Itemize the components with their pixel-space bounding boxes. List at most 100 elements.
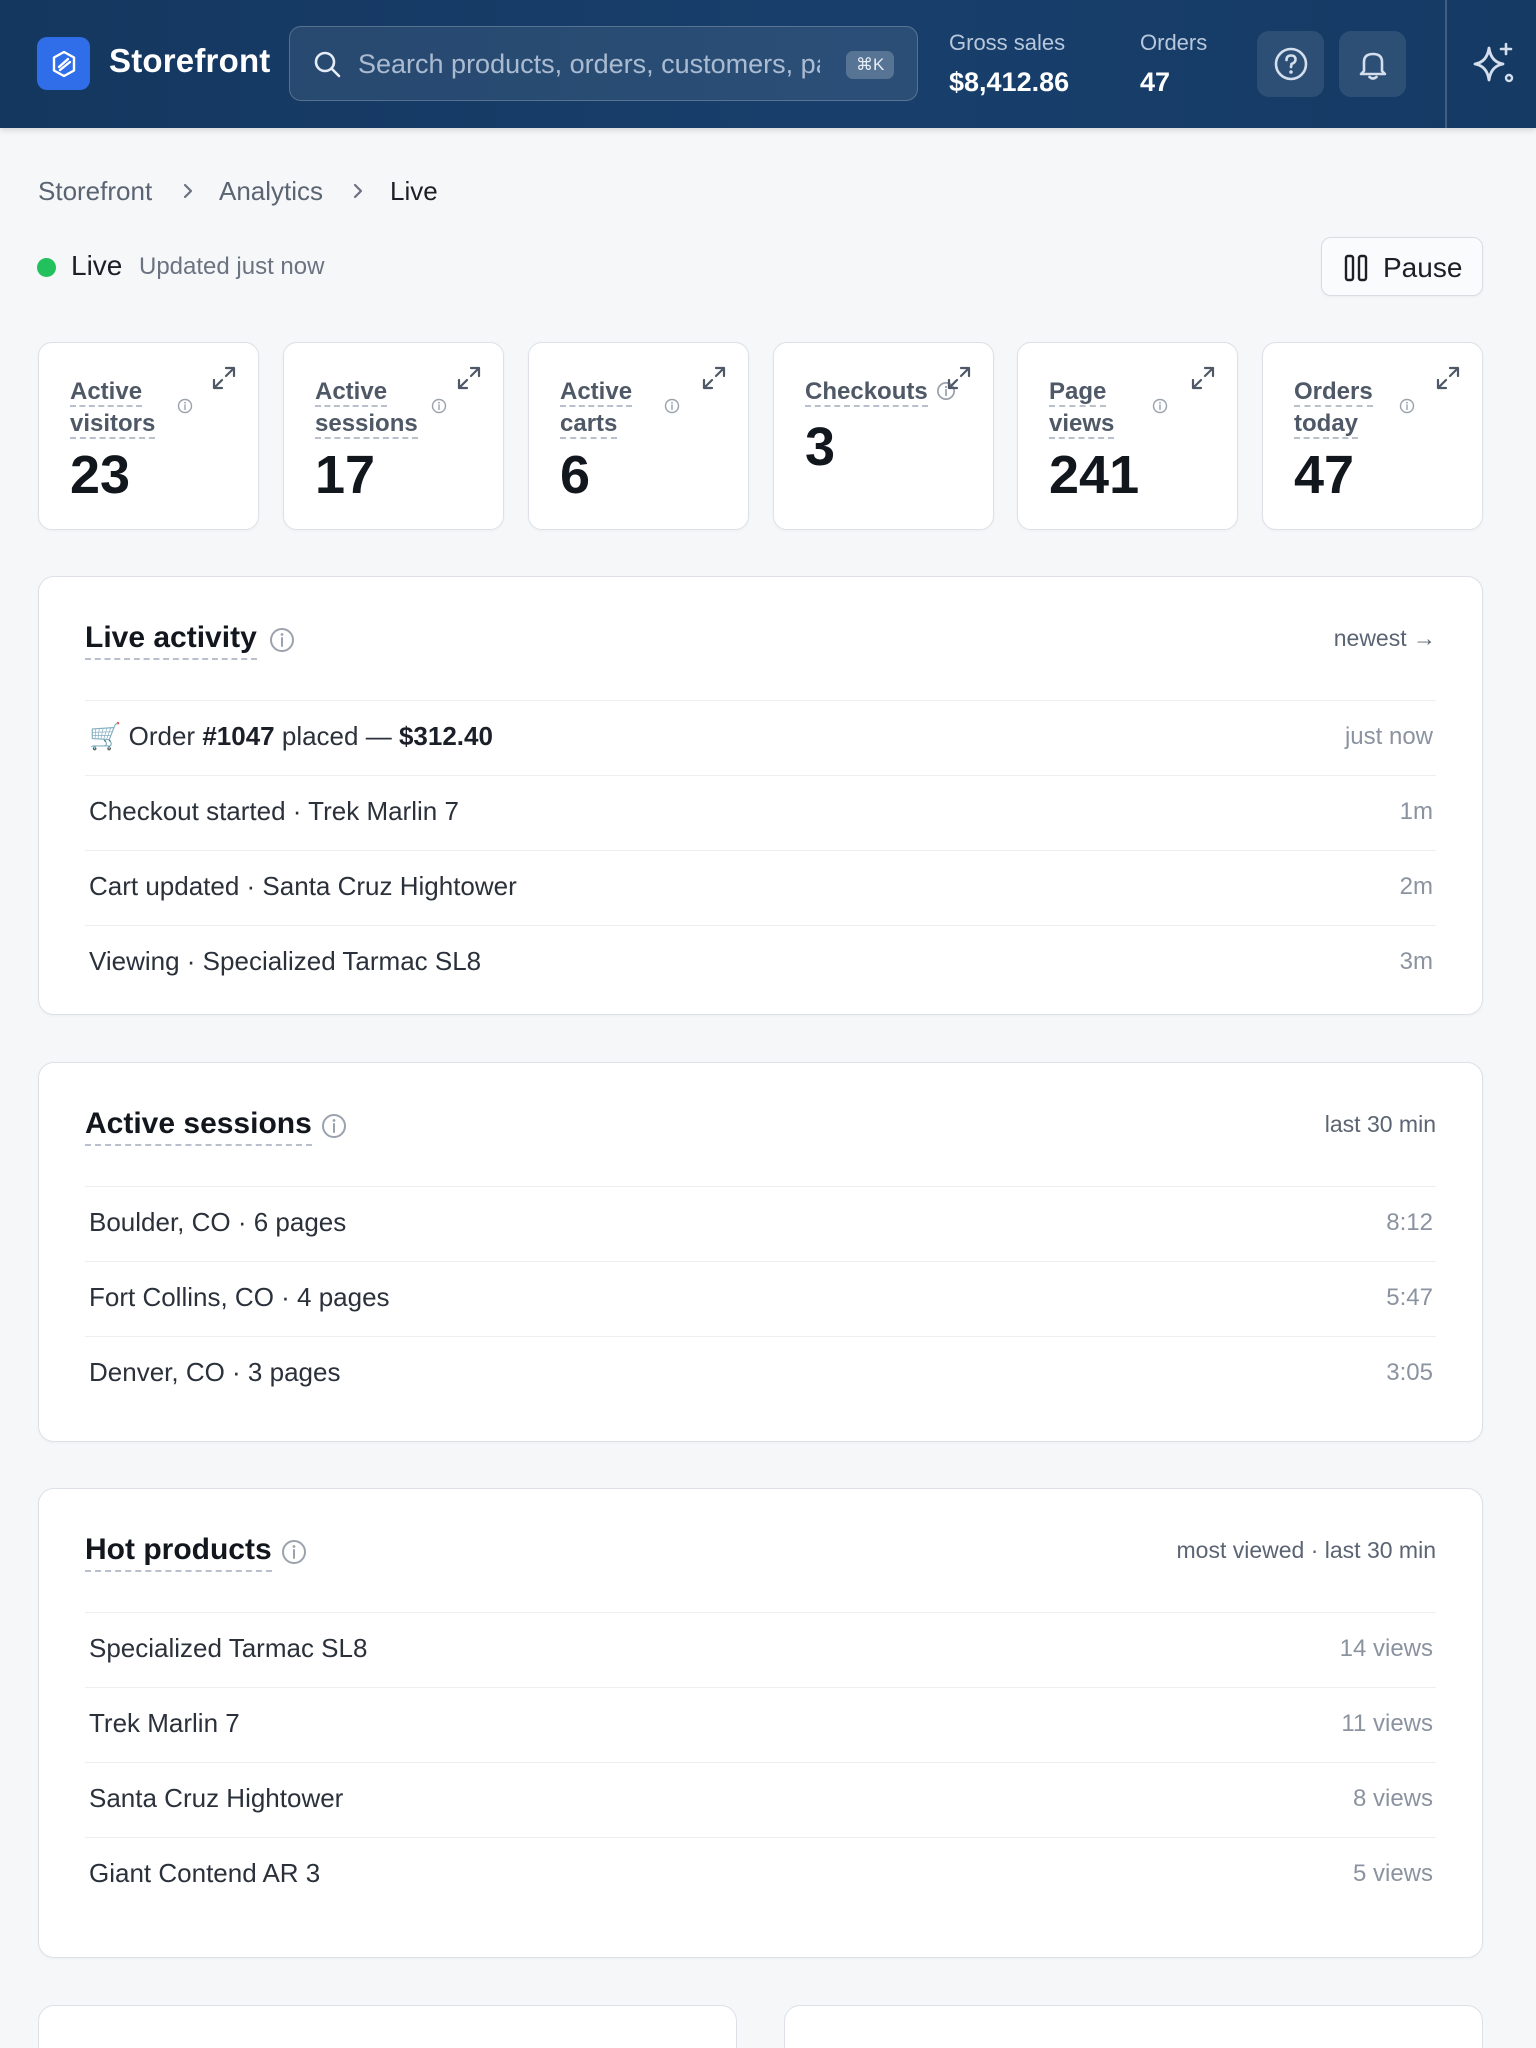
order-number: #1047 [202, 721, 275, 751]
chevron-right-icon [353, 183, 363, 199]
info-icon[interactable] [431, 398, 447, 414]
info-icon[interactable] [1152, 398, 1168, 414]
help-button[interactable] [1257, 31, 1324, 97]
live-activity-panel: Live activity newest → 🛒 Order #1047 pla… [38, 576, 1483, 1015]
list-item[interactable]: Santa Cruz Hightower 8 views [85, 1762, 1436, 1837]
pause-button-label: Pause [1383, 252, 1463, 283]
search-bar[interactable]: ⌘K [289, 26, 918, 101]
pause-button[interactable]: Pause [1321, 237, 1483, 296]
bottom-left-panel [38, 2005, 737, 2048]
event-time: just now [1344, 723, 1433, 750]
event-time: 2m [1399, 873, 1433, 900]
session-duration: 3:05 [1386, 1359, 1433, 1386]
hot-products-panel: Hot products most viewed · last 30 min S… [38, 1488, 1483, 1958]
expand-icon[interactable] [701, 365, 727, 391]
live-activity-sort[interactable]: newest → [1334, 625, 1436, 652]
gross-sales-value: $8,412.86 [949, 67, 1070, 97]
cart-icon: 🛒 [89, 721, 122, 751]
breadcrumb-storefront[interactable]: Storefront [38, 176, 152, 207]
metric-label-line: Page [1049, 378, 1107, 407]
metric-label-line: visitors [70, 410, 156, 439]
info-icon[interactable] [269, 627, 295, 653]
metric-card[interactable]: Active carts 6 [528, 342, 749, 530]
active-sessions-range: last 30 min [1324, 1111, 1436, 1137]
notifications-button[interactable] [1339, 31, 1406, 97]
brand-name[interactable]: Storefront [109, 42, 271, 80]
order-event-text: 🛒 Order #1047 placed — $312.40 [89, 721, 493, 752]
metric-value: 6 [560, 445, 591, 505]
hot-products-range: most viewed · last 30 min [1176, 1537, 1436, 1563]
metric-label: Checkouts [805, 376, 935, 408]
orders-label: Orders [1140, 30, 1208, 55]
info-icon[interactable] [1399, 398, 1415, 414]
breadcrumb-live: Live [390, 176, 438, 206]
list-item[interactable]: Fort Collins, CO · 4 pages 5:47 [85, 1261, 1436, 1336]
active-sessions-title[interactable]: Active sessions [85, 1107, 312, 1146]
list-item[interactable]: Denver, CO · 3 pages 3:05 [85, 1336, 1436, 1411]
metric-card[interactable]: Active sessions 17 [283, 342, 504, 530]
live-activity-list: 🛒 Order #1047 placed — $312.40 just now … [85, 700, 1436, 1000]
gross-sales-label: Gross sales [949, 30, 1066, 55]
list-item[interactable]: Checkout started · Trek Marlin 7 1m [85, 775, 1436, 850]
active-sessions-list: Boulder, CO · 6 pages 8:12 Fort Collins, C… [85, 1186, 1436, 1411]
list-item[interactable]: 🛒 Order #1047 placed — $312.40 just now [85, 700, 1436, 775]
assistant-button[interactable] [1465, 36, 1521, 92]
list-item-text: Santa Cruz Hightower [89, 1783, 344, 1813]
metric-card[interactable]: Page views 241 [1017, 342, 1238, 530]
expand-icon[interactable] [456, 365, 482, 391]
expand-icon[interactable] [946, 365, 972, 391]
hot-products-list: Specialized Tarmac SL8 14 views Trek Marli… [85, 1612, 1436, 1912]
chevron-right-icon [183, 183, 193, 199]
expand-icon[interactable] [1190, 365, 1216, 391]
info-icon[interactable] [321, 1113, 347, 1139]
search-icon [312, 49, 342, 84]
list-item-text: Denver, CO · 3 pages [89, 1357, 341, 1387]
list-item[interactable]: Viewing · Specialized Tarmac SL8 3m [85, 925, 1436, 1000]
metric-label-line: Checkouts [805, 378, 928, 407]
event-time: 1m [1399, 798, 1433, 825]
storefront-logo-icon[interactable] [37, 37, 90, 90]
metric-value: 241 [1049, 445, 1140, 505]
live-status-dot [37, 258, 56, 277]
list-item[interactable]: Cart updated · Santa Cruz Hightower 2m [85, 850, 1436, 925]
metric-card[interactable]: Checkouts 3 [773, 342, 994, 530]
metric-label-line: Active [315, 378, 388, 407]
metric-card[interactable]: Active visitors 23 [38, 342, 259, 530]
list-item[interactable]: Trek Marlin 7 11 views [85, 1687, 1436, 1762]
list-item-text: Viewing · Specialized Tarmac SL8 [89, 946, 482, 976]
expand-icon[interactable] [1435, 365, 1461, 391]
list-item-text: Boulder, CO · 6 pages [89, 1207, 347, 1237]
product-views: 8 views [1352, 1785, 1433, 1812]
orders-value: 47 [1140, 67, 1171, 97]
metric-value: 17 [315, 445, 376, 505]
info-icon[interactable] [177, 398, 193, 414]
breadcrumb-analytics[interactable]: Analytics [219, 176, 323, 207]
list-item[interactable]: Boulder, CO · 6 pages 8:12 [85, 1186, 1436, 1261]
product-views: 5 views [1352, 1860, 1433, 1887]
top-bar-divider [1445, 0, 1447, 128]
info-icon[interactable] [664, 398, 680, 414]
metric-label-line: today [1294, 410, 1359, 439]
metric-label-line: Active [70, 378, 143, 407]
session-duration: 5:47 [1386, 1284, 1433, 1311]
list-item[interactable]: Specialized Tarmac SL8 14 views [85, 1612, 1436, 1687]
search-input[interactable] [358, 45, 820, 83]
metric-value: 23 [70, 445, 131, 505]
list-item-text: Trek Marlin 7 [89, 1708, 240, 1738]
metric-card[interactable]: Orders today 47 [1262, 342, 1483, 530]
live-updated-text: Updated just now [139, 253, 325, 280]
metric-label-line: sessions [315, 410, 418, 439]
active-sessions-panel: Active sessions last 30 min Boulder, CO … [38, 1062, 1483, 1442]
info-icon[interactable] [281, 1539, 307, 1565]
list-item[interactable]: Giant Contend AR 3 5 views [85, 1837, 1436, 1912]
expand-icon[interactable] [211, 365, 237, 391]
metric-label-line: Active [560, 378, 633, 407]
list-item-text: Cart updated · Santa Cruz Hightower [89, 871, 517, 901]
live-activity-title[interactable]: Live activity [85, 621, 257, 660]
bottom-right-panel [784, 2005, 1483, 2048]
bell-icon [1359, 52, 1386, 80]
top-bar: Storefront ⌘K Gross sales $8,412.86 Orde… [0, 0, 1536, 128]
pause-icon [1344, 254, 1368, 282]
list-item-text: Giant Contend AR 3 [89, 1858, 321, 1888]
hot-products-title[interactable]: Hot products [85, 1533, 272, 1572]
